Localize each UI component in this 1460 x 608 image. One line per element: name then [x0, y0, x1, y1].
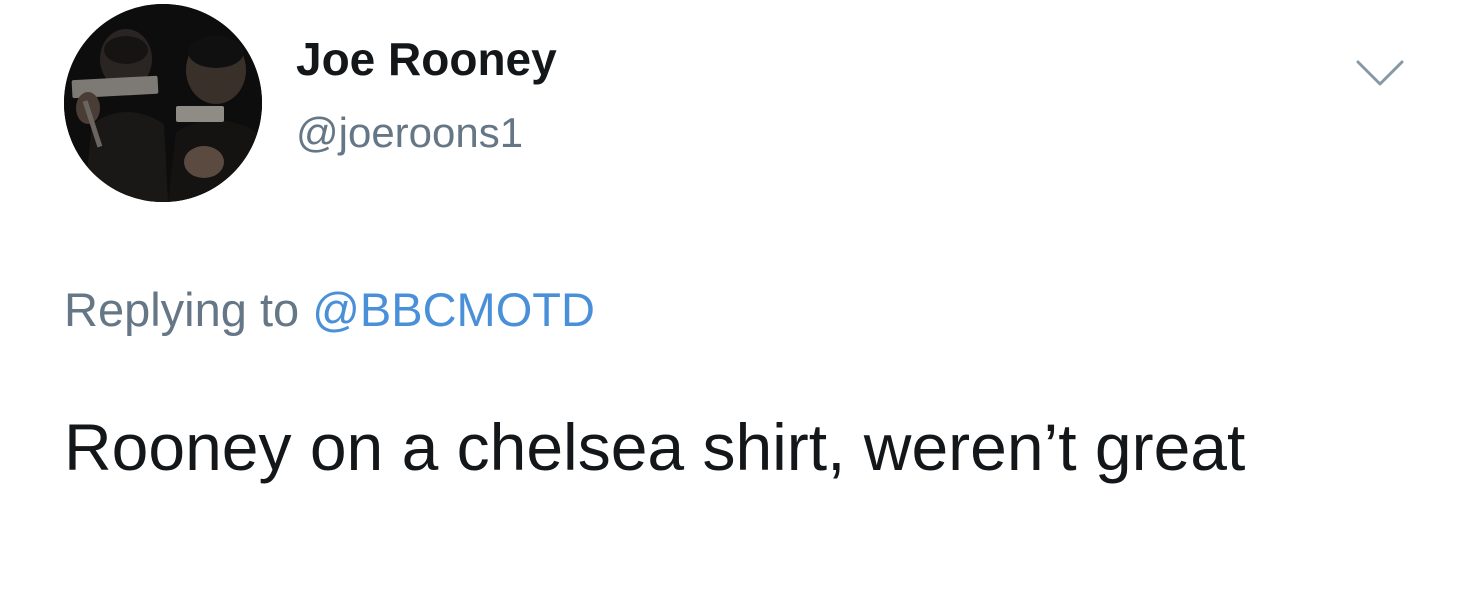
avatar[interactable] [64, 4, 262, 202]
display-name[interactable]: Joe Rooney [296, 36, 557, 82]
tweet-card: Joe Rooney @joeroons1 Replying to @BBCMO… [0, 0, 1460, 608]
replying-to-mention-link[interactable]: @BBCMOTD [312, 283, 595, 336]
replying-to-label: Replying to [64, 283, 300, 336]
tweet-text: Rooney on a chelsea shirt, weren’t great [64, 410, 1246, 484]
chevron-down-icon[interactable] [1352, 52, 1408, 92]
replying-to-line: Replying to @BBCMOTD [64, 286, 595, 333]
avatar-photo [64, 4, 262, 202]
user-handle[interactable]: @joeroons1 [296, 112, 523, 154]
